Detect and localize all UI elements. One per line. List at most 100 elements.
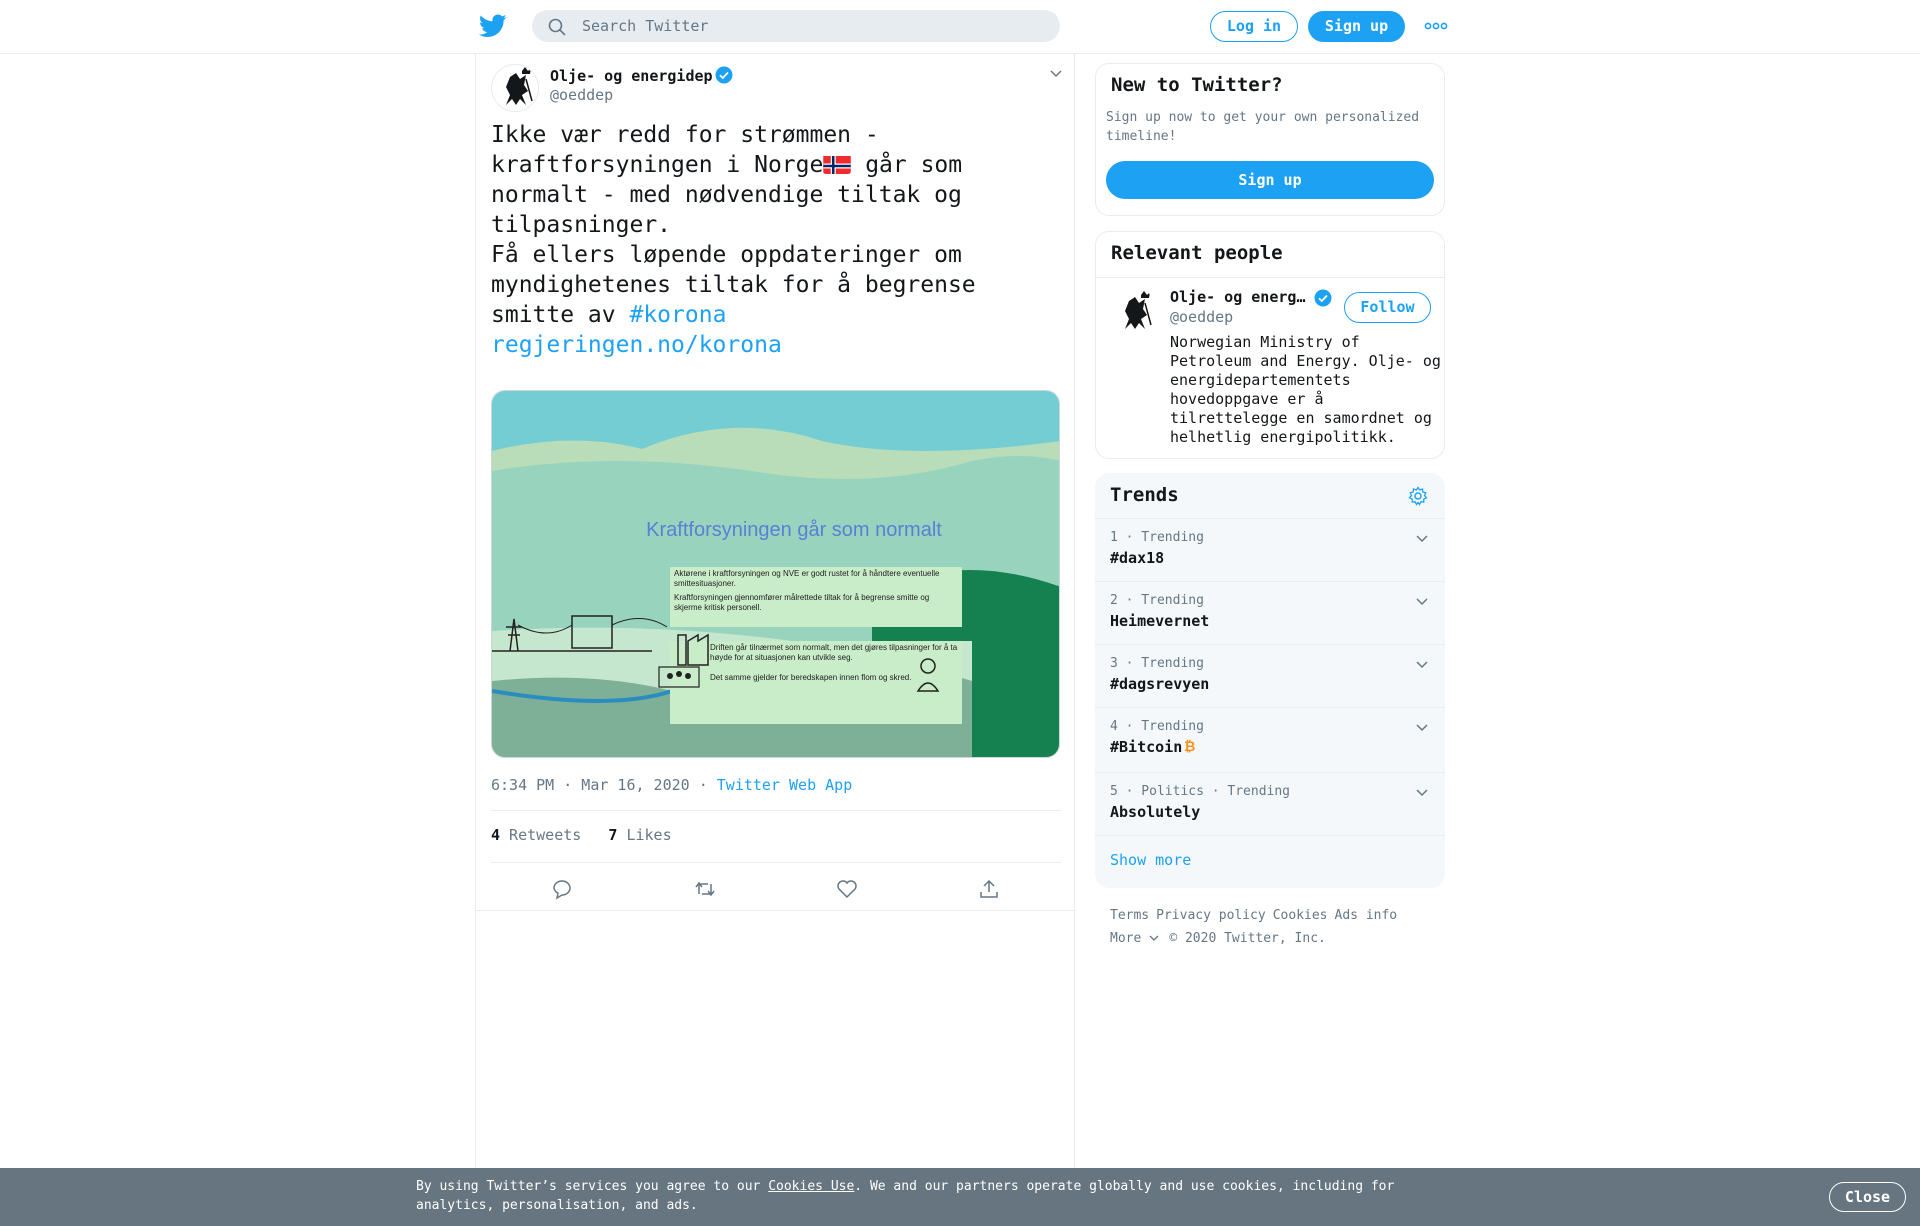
norway-flag-icon (823, 154, 852, 174)
new-to-twitter-card: New to Twitter? Sign up now to get your … (1095, 63, 1445, 216)
trend-name: #dagsrevyen (1110, 675, 1210, 693)
trend-item[interactable]: 5 · Politics · Trending Absolutely (1095, 773, 1445, 836)
sidebar-sign-up-button[interactable]: Sign up (1106, 161, 1434, 199)
author-handle[interactable]: @oeddep (550, 86, 613, 104)
search-icon (548, 18, 566, 36)
trend-item[interactable]: 3 · Trending #dagsrevyen (1095, 645, 1445, 708)
tweet-text-part2: går som normalt - med nødvendige tiltak … (491, 152, 976, 328)
trends-title: Trends (1110, 484, 1179, 506)
gear-icon[interactable] (1408, 486, 1428, 506)
url-link[interactable]: regjeringen.no/korona (491, 332, 782, 358)
new-to-twitter-title: New to Twitter? (1111, 74, 1283, 96)
cookie-text: By using Twitter’s services you agree to… (416, 1177, 1416, 1215)
trend-name: #dax18 (1110, 549, 1165, 567)
tweet-timestamp: 6:34 PM · Mar 16, 2020 · Twitter Web App (491, 776, 852, 794)
divider (491, 810, 1061, 811)
relevant-people-title: Relevant people (1111, 242, 1283, 264)
tweet-text: Ikke vær redd for strømmen - kraftforsyn… (491, 120, 1061, 360)
hashtag-link[interactable]: #korona (629, 302, 726, 328)
tweet-source-link[interactable]: Twitter Web App (717, 776, 852, 794)
chevron-down-icon[interactable] (1415, 722, 1429, 732)
tweet-text-part1: Ikke vær redd for strømmen - kraftforsyn… (491, 122, 879, 178)
trend-name-row: #Bitcoin ₿ (1110, 738, 1197, 756)
trend-name: Heimevernet (1110, 612, 1210, 630)
infographic-illustration: Kraftforsyningen går som normalt Aktøren… (492, 391, 1059, 757)
top-bar: Log in Sign up (0, 0, 1920, 54)
more-dots-icon[interactable] (1422, 18, 1450, 34)
norwegian-lion-crest-icon (506, 67, 533, 105)
person-handle[interactable]: @oeddep (1170, 308, 1233, 326)
footer-more-label: More (1110, 931, 1142, 946)
chevron-down-icon[interactable] (1415, 659, 1429, 669)
relevant-people-card: Relevant people Olje- og energidep @oedd… (1095, 231, 1445, 459)
tweet-image[interactable]: Kraftforsyningen går som normalt Aktøren… (491, 390, 1060, 758)
sidebar-footer: Terms Privacy policy Cookies Ads info More ©… (1110, 904, 1440, 950)
svg-text:₿: ₿ (1184, 739, 1195, 754)
twitter-logo-icon[interactable] (479, 14, 507, 38)
retweets-count: 4 (491, 826, 501, 844)
tweet-stats: 4 Retweets 7 Likes (491, 826, 672, 844)
log-in-button[interactable]: Log in (1210, 11, 1298, 42)
trend-item[interactable]: 4 · Trending #Bitcoin ₿ (1095, 708, 1445, 773)
image-bullet-2: Kraftforsyningen gjennomfører målrettede… (674, 593, 930, 612)
like-heart-icon[interactable] (836, 878, 858, 900)
trend-context: 5 · Politics · Trending (1110, 784, 1291, 799)
chevron-down-icon[interactable] (1415, 533, 1429, 543)
footer-more-button[interactable]: More (1110, 931, 1159, 946)
image-title: Kraftforsyningen går som normalt (646, 519, 942, 541)
bitcoin-icon: ₿ (1184, 739, 1195, 755)
image-bullet-1: Aktørene i kraftforsyningen og NVE er go… (674, 569, 940, 588)
footer-link-privacy[interactable]: Privacy policy (1156, 908, 1266, 923)
tweet-actions (491, 862, 1061, 914)
follow-button[interactable]: Follow (1344, 292, 1431, 323)
search-input[interactable] (582, 10, 1042, 42)
copyright: © 2020 Twitter, Inc. (1169, 931, 1326, 946)
sign-up-button[interactable]: Sign up (1308, 11, 1405, 42)
chevron-down-icon (1149, 935, 1159, 941)
new-to-twitter-text: Sign up now to get your own personalized… (1106, 110, 1420, 144)
cookie-text-before: By using Twitter’s services you agree to… (416, 1179, 769, 1194)
retweet-icon[interactable] (694, 878, 716, 900)
chevron-down-icon[interactable] (1415, 787, 1429, 797)
trend-context: 3 · Trending (1110, 656, 1204, 671)
reply-icon[interactable] (551, 878, 573, 900)
footer-link-cookies[interactable]: Cookies (1273, 908, 1328, 923)
likes-stat[interactable]: 7 Likes (608, 826, 671, 844)
retweets-label: Retweets (500, 826, 582, 844)
norwegian-lion-crest-icon (1125, 291, 1152, 329)
footer-link-terms[interactable]: Terms (1110, 908, 1149, 923)
chevron-down-icon[interactable] (1415, 596, 1429, 606)
author-avatar[interactable] (491, 64, 539, 112)
search-box[interactable] (532, 10, 1060, 42)
person-name[interactable]: Olje- og energidep (1170, 288, 1310, 306)
image-bullet-4: Det samme gjelder for beredskapen innen … (710, 673, 912, 682)
main-column: Olje- og energidep @oeddep Ikke vær redd… (475, 54, 1076, 1172)
trend-context: 2 · Trending (1110, 593, 1204, 608)
trend-context: 4 · Trending (1110, 719, 1204, 734)
chevron-down-icon[interactable] (1049, 68, 1063, 78)
trend-name: Absolutely (1110, 803, 1201, 821)
trends-card: Trends 1 · Trending #dax18 2 · Trending … (1095, 473, 1445, 888)
person-bio: Norwegian Ministry of Petroleum and Ener… (1170, 333, 1441, 446)
divider (1096, 277, 1444, 278)
cookie-banner: By using Twitter’s services you agree to… (0, 1168, 1920, 1226)
share-icon[interactable] (978, 878, 1000, 900)
footer-link-ads-info[interactable]: Ads info (1335, 908, 1398, 923)
trend-item[interactable]: 1 · Trending #dax18 (1095, 519, 1445, 582)
divider (476, 910, 1076, 911)
trend-item[interactable]: 2 · Trending Heimevernet (1095, 582, 1445, 645)
verified-badge-icon (715, 66, 733, 84)
show-more-link[interactable]: Show more (1110, 851, 1191, 869)
retweets-stat[interactable]: 4 Retweets (491, 826, 581, 844)
person-avatar[interactable] (1111, 289, 1159, 337)
close-cookie-button[interactable]: Close (1829, 1182, 1906, 1212)
cookies-use-link[interactable]: Cookies Use (768, 1179, 854, 1194)
author-name-text[interactable]: Olje- og energidep (550, 67, 713, 85)
tweet-time[interactable]: 6:34 PM · Mar 16, 2020 · (491, 776, 717, 794)
trend-context: 1 · Trending (1110, 530, 1204, 545)
author-name[interactable]: Olje- og energidep (550, 66, 733, 85)
image-bullet-3: Driften går tilnærmet som normalt, men d… (710, 643, 958, 662)
verified-badge-icon (1314, 289, 1332, 307)
trend-name: #Bitcoin (1110, 738, 1183, 756)
likes-label: Likes (617, 826, 672, 844)
